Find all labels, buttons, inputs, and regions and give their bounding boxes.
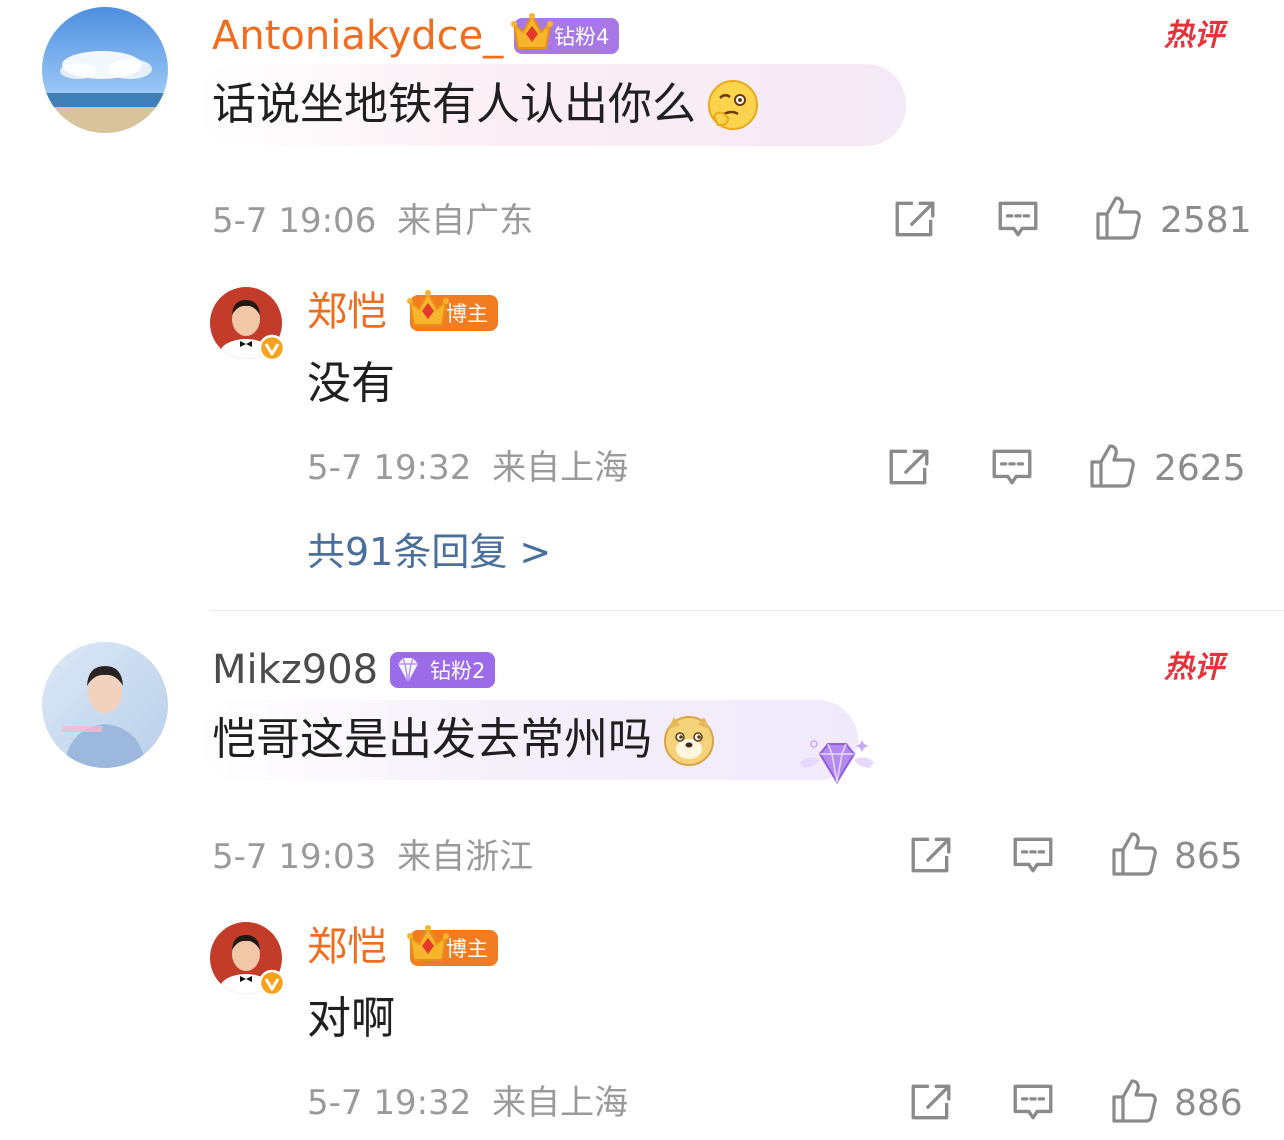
verified-icon	[258, 334, 286, 362]
comment-meta: 5-7 19:06 来自广东	[212, 200, 533, 242]
comment-date: 5-7 19:03	[212, 837, 377, 877]
reply-date: 5-7 19:32	[307, 448, 472, 488]
comment-location: 来自浙江	[397, 837, 534, 877]
like-icon[interactable]	[1110, 1077, 1158, 1125]
reply-meta: 5-7 19:32 来自上海	[307, 1082, 628, 1124]
hot-comment-label: 热评	[1164, 18, 1224, 53]
comment-icon[interactable]	[1010, 834, 1056, 876]
reply-text: 对啊	[307, 993, 395, 1044]
like-icon[interactable]	[1094, 194, 1142, 242]
thinking-emoji-icon	[708, 80, 758, 130]
like-count: 2581	[1160, 200, 1252, 241]
username[interactable]: Mikz908	[212, 646, 378, 694]
crown-icon	[510, 10, 554, 54]
badge-label: 博主	[446, 937, 488, 961]
avatar[interactable]	[42, 7, 168, 133]
share-icon[interactable]	[886, 446, 932, 488]
reply-date: 5-7 19:32	[307, 1083, 472, 1123]
comment-text: 话说坐地铁有人认出你么	[212, 79, 696, 130]
reply-meta: 5-7 19:32 来自上海	[307, 447, 628, 489]
comment-bubble: 恺哥这是出发去常州吗	[196, 700, 858, 780]
divider	[210, 610, 1284, 611]
reply-username[interactable]: 郑恺	[307, 288, 387, 336]
share-icon[interactable]	[908, 1081, 954, 1123]
share-icon[interactable]	[908, 834, 954, 876]
diamond-fan-decoration-icon	[800, 740, 874, 784]
reply-location: 来自上海	[492, 1083, 629, 1123]
comment-meta: 5-7 19:03 来自浙江	[212, 836, 533, 878]
diamond-icon	[392, 654, 424, 686]
share-icon[interactable]	[892, 198, 938, 240]
badge-label: 钻粉4	[554, 25, 610, 49]
comment-icon[interactable]	[989, 446, 1035, 488]
view-replies-link[interactable]: 共91条回复 >	[307, 528, 551, 576]
crown-icon	[406, 287, 450, 331]
like-icon[interactable]	[1088, 442, 1136, 490]
comment-location: 来自广东	[397, 201, 534, 241]
reply-location: 来自上海	[492, 448, 629, 488]
comment-icon[interactable]	[1010, 1081, 1056, 1123]
avatar[interactable]	[42, 642, 168, 768]
comment-icon[interactable]	[995, 198, 1041, 240]
like-count: 865	[1174, 836, 1243, 877]
reply-text: 没有	[307, 358, 395, 409]
like-count: 2625	[1154, 448, 1246, 489]
badge-label: 钻粉2	[430, 659, 486, 683]
blogger-badge[interactable]: 博主	[410, 930, 498, 966]
comment-text: 恺哥这是出发去常州吗	[212, 714, 652, 765]
like-icon[interactable]	[1110, 830, 1158, 878]
badge-label: 博主	[446, 302, 488, 326]
username[interactable]: Antoniakydce_	[212, 12, 503, 60]
doge-emoji-icon	[664, 716, 714, 766]
blogger-badge[interactable]: 博主	[410, 295, 498, 331]
fan-badge[interactable]: 钻粉2	[390, 652, 496, 688]
comment-date: 5-7 19:06	[212, 201, 377, 241]
avatar-image	[42, 642, 168, 768]
hot-comment-label: 热评	[1164, 650, 1224, 685]
like-count: 886	[1174, 1083, 1243, 1124]
fan-badge[interactable]: 钻粉4	[514, 18, 620, 54]
avatar-image	[42, 7, 168, 133]
comment-bubble: 话说坐地铁有人认出你么	[196, 64, 906, 146]
reply-username[interactable]: 郑恺	[307, 923, 387, 971]
verified-icon	[258, 969, 286, 997]
crown-icon	[406, 922, 450, 966]
